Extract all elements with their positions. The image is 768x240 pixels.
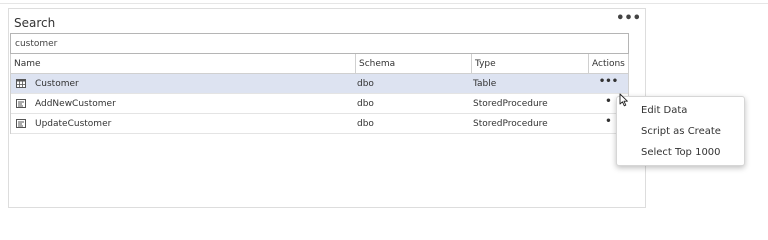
row-type: Table bbox=[473, 79, 497, 89]
table-row[interactable]: UpdateCustomer dbo StoredProcedure • bbox=[11, 114, 628, 134]
menu-item-select-top-1000[interactable]: Select Top 1000 bbox=[617, 144, 744, 165]
table-row[interactable]: AddNewCustomer dbo StoredProcedure • bbox=[11, 94, 628, 114]
table-header: Name Schema Type Actions bbox=[11, 54, 628, 74]
row-type: StoredProcedure bbox=[473, 99, 548, 109]
row-schema: dbo bbox=[357, 119, 374, 129]
table-row[interactable]: Customer dbo Table ••• bbox=[11, 74, 628, 94]
column-header-type[interactable]: Type bbox=[472, 54, 589, 73]
row-actions-button[interactable]: ••• bbox=[589, 74, 628, 93]
row-schema: dbo bbox=[357, 99, 374, 109]
column-header-schema[interactable]: Schema bbox=[356, 54, 472, 73]
results-table: Name Schema Type Actions Customer dbo Ta… bbox=[10, 54, 629, 134]
row-schema: dbo bbox=[357, 79, 374, 89]
panel-more-options-icon[interactable]: ••• bbox=[616, 12, 641, 25]
row-name: Customer bbox=[35, 78, 79, 89]
column-header-name[interactable]: Name bbox=[11, 54, 356, 73]
search-input[interactable] bbox=[10, 33, 629, 54]
top-divider bbox=[0, 0, 768, 4]
mouse-pointer-icon bbox=[619, 92, 629, 107]
stored-procedure-icon bbox=[16, 99, 26, 108]
context-menu: Edit Data Script as Create Select Top 10… bbox=[616, 96, 745, 166]
menu-item-script-as-create[interactable]: Script as Create bbox=[617, 123, 744, 144]
row-name: UpdateCustomer bbox=[35, 118, 112, 129]
row-name: AddNewCustomer bbox=[35, 98, 116, 109]
table-icon bbox=[16, 79, 26, 88]
stored-procedure-icon bbox=[16, 119, 26, 128]
column-header-actions: Actions bbox=[592, 59, 625, 69]
panel-title: Search bbox=[14, 16, 56, 30]
row-type: StoredProcedure bbox=[473, 119, 548, 129]
menu-item-edit-data[interactable]: Edit Data bbox=[617, 102, 744, 123]
